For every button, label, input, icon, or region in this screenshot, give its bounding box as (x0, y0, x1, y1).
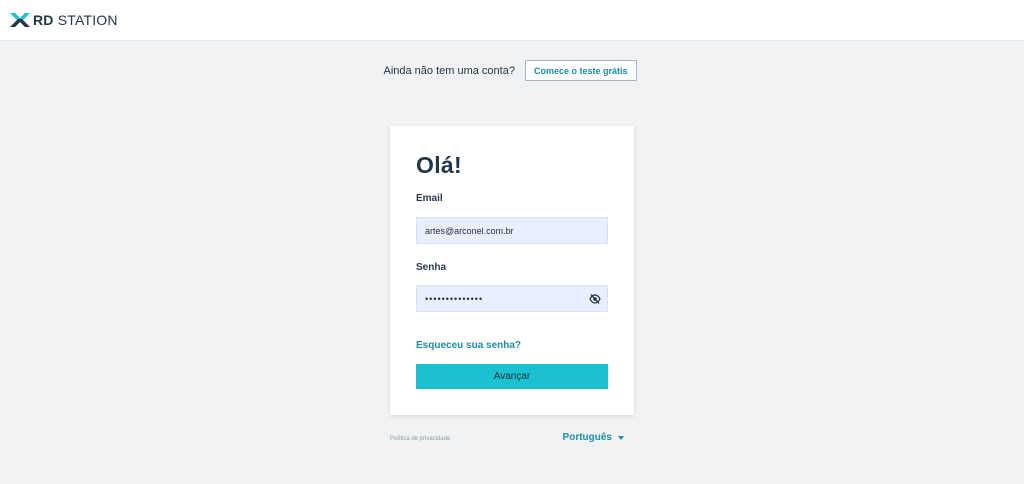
password-field[interactable]: •••••••••••••• (416, 285, 608, 312)
language-selector[interactable]: Português (563, 432, 624, 443)
footer: Política de privacidade Português (390, 432, 634, 448)
language-label: Português (562, 432, 612, 443)
logo-text-bold: RD (33, 12, 54, 28)
rd-station-logo[interactable]: RD STATION (10, 12, 118, 28)
email-value: artes@arconel.com.br (425, 225, 514, 236)
top-bar: RD STATION (0, 0, 1024, 41)
start-trial-button[interactable]: Comece o teste grátis (524, 60, 637, 81)
email-label: Email (416, 193, 443, 204)
password-value: •••••••••••••• (425, 293, 484, 304)
privacy-policy-link[interactable]: Política de privacidade (390, 436, 450, 442)
email-field[interactable]: artes@arconel.com.br (416, 217, 608, 244)
password-label: Senha (416, 262, 447, 273)
signup-row: Ainda não tem uma conta? Comece o teste … (0, 60, 1024, 81)
signup-prompt: Ainda não tem uma conta? (383, 64, 515, 77)
rd-station-logo-icon (10, 13, 30, 27)
submit-button[interactable]: Avançar (416, 364, 608, 389)
forgot-password-link[interactable]: Esqueceu sua senha? (416, 340, 521, 351)
greeting-title: Olá! (416, 152, 462, 178)
logo-text-rest: STATION (53, 12, 118, 28)
eye-slash-icon[interactable] (589, 293, 601, 305)
caret-down-icon (618, 435, 624, 440)
login-card: Olá! Email artes@arconel.com.br Senha ••… (390, 126, 634, 415)
logo-text: RD STATION (33, 12, 118, 28)
